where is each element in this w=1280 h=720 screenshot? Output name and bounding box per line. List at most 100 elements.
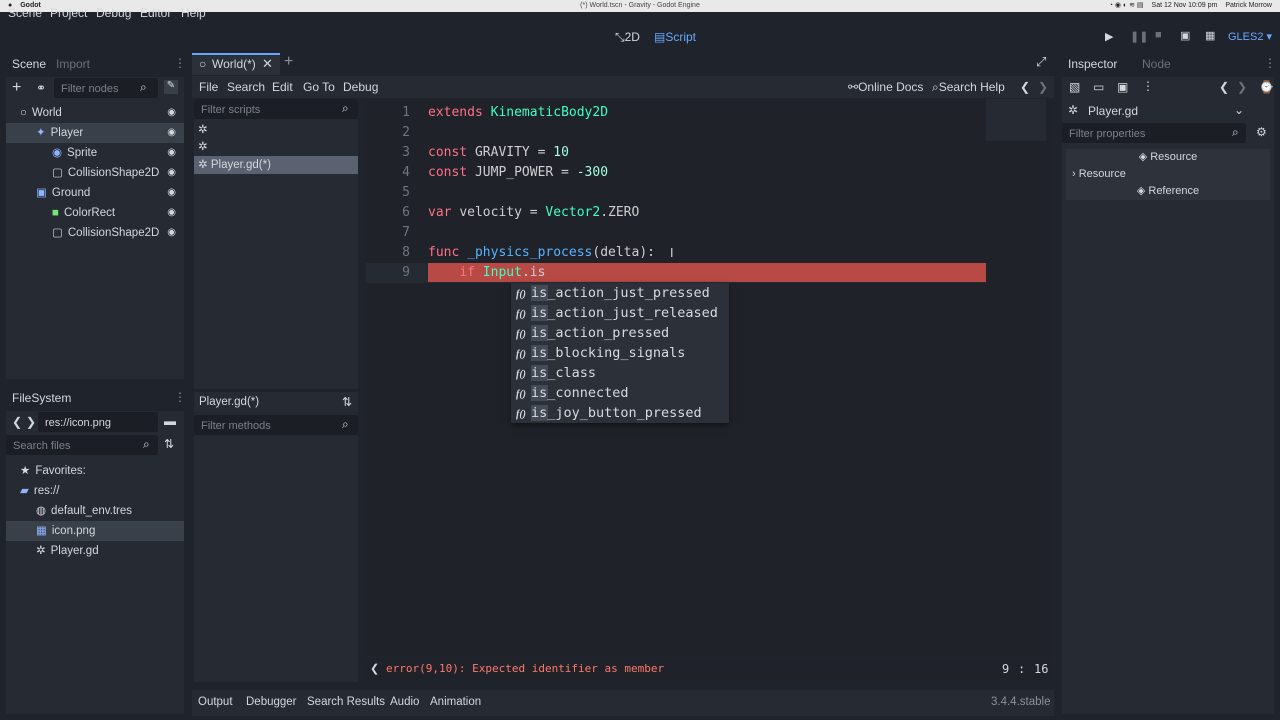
code-line[interactable]: 4 const JUMP_POWER = -300 xyxy=(366,163,986,183)
prev-script-icon[interactable]: ❮ xyxy=(1020,80,1030,94)
back-icon[interactable]: ❮ xyxy=(12,415,22,429)
open-folder-icon[interactable]: ▭ xyxy=(1093,80,1104,94)
filter-properties-input[interactable]: Filter properties xyxy=(1062,123,1246,143)
forward-icon[interactable]: ❯ xyxy=(26,415,36,429)
user-name[interactable]: Patrick Morrow xyxy=(1225,2,1272,9)
scene-node-row[interactable]: ○ World ◉ xyxy=(6,103,184,123)
layout-toggle-icon[interactable]: ▬ xyxy=(164,414,176,428)
autocomplete-item[interactable]: f() is_blocking_signals xyxy=(511,343,729,363)
visibility-eye-icon[interactable]: ◉ xyxy=(167,123,176,143)
menu-debug[interactable]: Debug xyxy=(96,6,131,20)
stop-button[interactable]: ■ xyxy=(1155,29,1162,41)
bottom-tab-debugger[interactable]: Debugger xyxy=(246,696,297,708)
menu-editor[interactable]: Editor xyxy=(140,6,171,20)
history-icon[interactable]: ⌚ xyxy=(1259,80,1274,94)
menu-help[interactable]: Help xyxy=(181,6,206,20)
file-row[interactable]: ◍ default_env.tres xyxy=(6,501,184,521)
code-line[interactable]: 7 xyxy=(366,223,986,243)
save-icon[interactable]: ▣ xyxy=(1117,80,1128,94)
sort-icon[interactable]: ⇅ xyxy=(164,437,174,451)
bottom-tab-output[interactable]: Output xyxy=(198,696,233,708)
inspector-section[interactable]: › Resource xyxy=(1066,166,1270,183)
script-menu-file[interactable]: File xyxy=(199,80,218,94)
wifi-icon[interactable]: ◔ ◉ ◐ ≋ ▤ xyxy=(1109,2,1144,9)
sort-icon[interactable]: ⇅ xyxy=(342,395,352,409)
search-help-link[interactable]: ⌕Search Help xyxy=(932,80,1005,95)
history-forward-icon[interactable]: ❯ xyxy=(1237,80,1247,94)
tab-inspector[interactable]: Inspector xyxy=(1068,57,1117,71)
mode-2d-button[interactable]: ⤡2D xyxy=(615,30,640,45)
menu-project[interactable]: Project xyxy=(50,6,87,20)
code-line[interactable]: 8 func _physics_process(delta): xyxy=(366,243,986,263)
mode-script-button[interactable]: ▤Script xyxy=(654,30,696,44)
scene-node-row[interactable]: ▣ Ground ◉ xyxy=(6,183,184,203)
file-row[interactable]: ▰ res:// xyxy=(6,481,184,501)
online-docs-link[interactable]: ⚯Online Docs xyxy=(848,80,923,94)
code-line[interactable]: 5 xyxy=(366,183,986,203)
autocomplete-item[interactable]: f() is_class xyxy=(511,363,729,383)
add-node-icon[interactable]: + xyxy=(12,79,21,97)
autocomplete-item[interactable]: f() is_action_just_released xyxy=(511,303,729,323)
file-row[interactable]: ★ Favorites: xyxy=(6,461,184,481)
filter-scripts-input[interactable]: Filter scripts xyxy=(194,99,358,119)
add-tab-icon[interactable]: + xyxy=(284,53,293,71)
inspected-object[interactable]: Player.gd xyxy=(1088,104,1138,118)
close-icon[interactable]: ✕ xyxy=(262,56,273,72)
filter-methods-input[interactable]: Filter methods xyxy=(194,415,358,435)
dock-menu-icon[interactable]: ⋮ xyxy=(174,390,186,404)
autocomplete-item[interactable]: f() is_joy_button_pressed xyxy=(511,403,729,423)
bottom-tab-search-results[interactable]: Search Results xyxy=(307,696,385,708)
property-tools-icon[interactable]: ⚙ xyxy=(1256,125,1267,139)
code-line[interactable]: 3 const GRAVITY = 10 xyxy=(366,143,986,163)
tab-world[interactable]: ○ World(*) ✕ xyxy=(192,53,280,75)
scene-node-row[interactable]: ▢ CollisionShape2D ◉ xyxy=(6,223,184,243)
code-line[interactable]: 9 if Input.is xyxy=(366,263,986,283)
scene-node-row[interactable]: ■ ColorRect ◉ xyxy=(6,203,184,223)
script-attach-icon[interactable]: ✎ xyxy=(164,80,178,94)
menu-scene[interactable]: Scene xyxy=(8,6,42,20)
script-menu-edit[interactable]: Edit xyxy=(272,80,293,94)
visibility-eye-icon[interactable]: ◉ xyxy=(167,183,176,203)
dock-menu-icon[interactable]: ⋮ xyxy=(174,56,186,70)
scene-node-row[interactable]: ▢ CollisionShape2D ◉ xyxy=(6,163,184,183)
autocomplete-item[interactable]: f() is_action_just_pressed xyxy=(511,283,729,303)
bottom-tab-audio[interactable]: Audio xyxy=(390,696,419,708)
code-line[interactable]: 2 xyxy=(366,123,986,143)
visibility-eye-icon[interactable]: ◉ xyxy=(167,103,176,123)
autocomplete-item[interactable]: f() is_connected xyxy=(511,383,729,403)
script-menu-search[interactable]: Search xyxy=(227,80,265,94)
chevron-down-icon[interactable]: ⌄ xyxy=(1234,103,1244,117)
dock-menu-icon[interactable]: ⋮ xyxy=(1264,56,1276,70)
path-field[interactable]: res://icon.png xyxy=(38,412,158,432)
minimap[interactable] xyxy=(986,99,1046,141)
inspector-category[interactable]: ◈ Reference xyxy=(1066,183,1270,200)
toggle-sidebar-icon[interactable]: ❮ xyxy=(370,662,379,675)
visibility-eye-icon[interactable]: ◉ xyxy=(167,203,176,223)
script-item-player[interactable]: ✲ Player.gd(*) xyxy=(194,156,358,174)
tab-filesystem[interactable]: FileSystem xyxy=(12,391,71,405)
scene-node-row[interactable]: ✦ Player ◉ xyxy=(6,123,184,143)
tab-import[interactable]: Import xyxy=(56,57,90,71)
history-back-icon[interactable]: ❮ xyxy=(1219,80,1229,94)
new-resource-icon[interactable]: ▧ xyxy=(1069,80,1080,94)
scene-node-row[interactable]: ◉ Sprite ◉ xyxy=(6,143,184,163)
inspector-category[interactable]: ◈ Resource xyxy=(1066,149,1270,166)
pause-button[interactable]: ❚❚ xyxy=(1130,30,1148,43)
file-row[interactable]: ▦ icon.png xyxy=(6,521,184,541)
script-menu-goto[interactable]: Go To xyxy=(303,80,335,94)
autocomplete-item[interactable]: f() is_action_pressed xyxy=(511,323,729,343)
play-button[interactable]: ▶ xyxy=(1105,30,1113,43)
play-custom-icon[interactable]: ▦ xyxy=(1205,29,1215,42)
tab-node[interactable]: Node xyxy=(1142,57,1171,71)
play-scene-icon[interactable]: ▣ xyxy=(1180,29,1190,42)
visibility-eye-icon[interactable]: ◉ xyxy=(167,223,176,243)
code-line[interactable]: 6 var velocity = Vector2.ZERO xyxy=(366,203,986,223)
more-icon[interactable]: ⋮ xyxy=(1142,79,1154,93)
error-message[interactable]: error(9,10): Expected identifier as memb… xyxy=(386,662,664,675)
script-item[interactable]: ✲ xyxy=(194,139,358,156)
bottom-tab-animation[interactable]: Animation xyxy=(430,696,481,708)
fullscreen-icon[interactable]: ⤢ xyxy=(1036,54,1046,70)
script-menu-debug[interactable]: Debug xyxy=(343,80,378,94)
visibility-eye-icon[interactable]: ◉ xyxy=(167,143,176,163)
search-files-input[interactable]: Search files xyxy=(6,435,158,455)
